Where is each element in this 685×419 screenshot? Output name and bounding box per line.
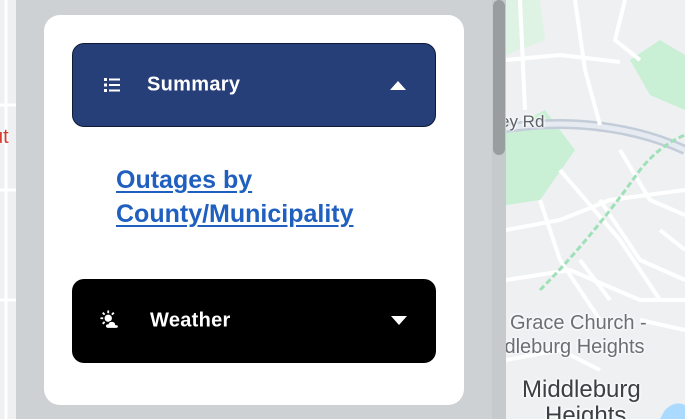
weather-title: Weather	[150, 309, 231, 332]
list-icon	[104, 78, 120, 92]
chevron-down-icon[interactable]	[390, 315, 408, 327]
partly-cloudy-icon	[100, 310, 119, 329]
map-road-label: ey Rd	[500, 112, 545, 131]
summary-title: Summary	[147, 73, 241, 96]
left-streets	[0, 0, 16, 419]
map-left-label: ut	[0, 126, 9, 148]
weather-accordion-header[interactable]: Weather	[72, 279, 436, 363]
map-town-label: Middleburg	[522, 376, 641, 403]
water-area	[660, 403, 685, 419]
summary-accordion-header[interactable]: Summary	[72, 43, 436, 127]
outages-by-county-link[interactable]: Outages by County/Municipality	[116, 163, 436, 231]
map-town-label: Heights	[545, 402, 627, 419]
chevron-up-icon[interactable]	[389, 79, 407, 91]
park-area	[630, 40, 685, 110]
map-place-label: ldleburg Heights	[500, 336, 645, 358]
park-area	[506, 0, 545, 55]
map-place-label: Grace Church -	[510, 312, 647, 334]
panel-scrollbar-thumb[interactable]	[493, 0, 505, 155]
